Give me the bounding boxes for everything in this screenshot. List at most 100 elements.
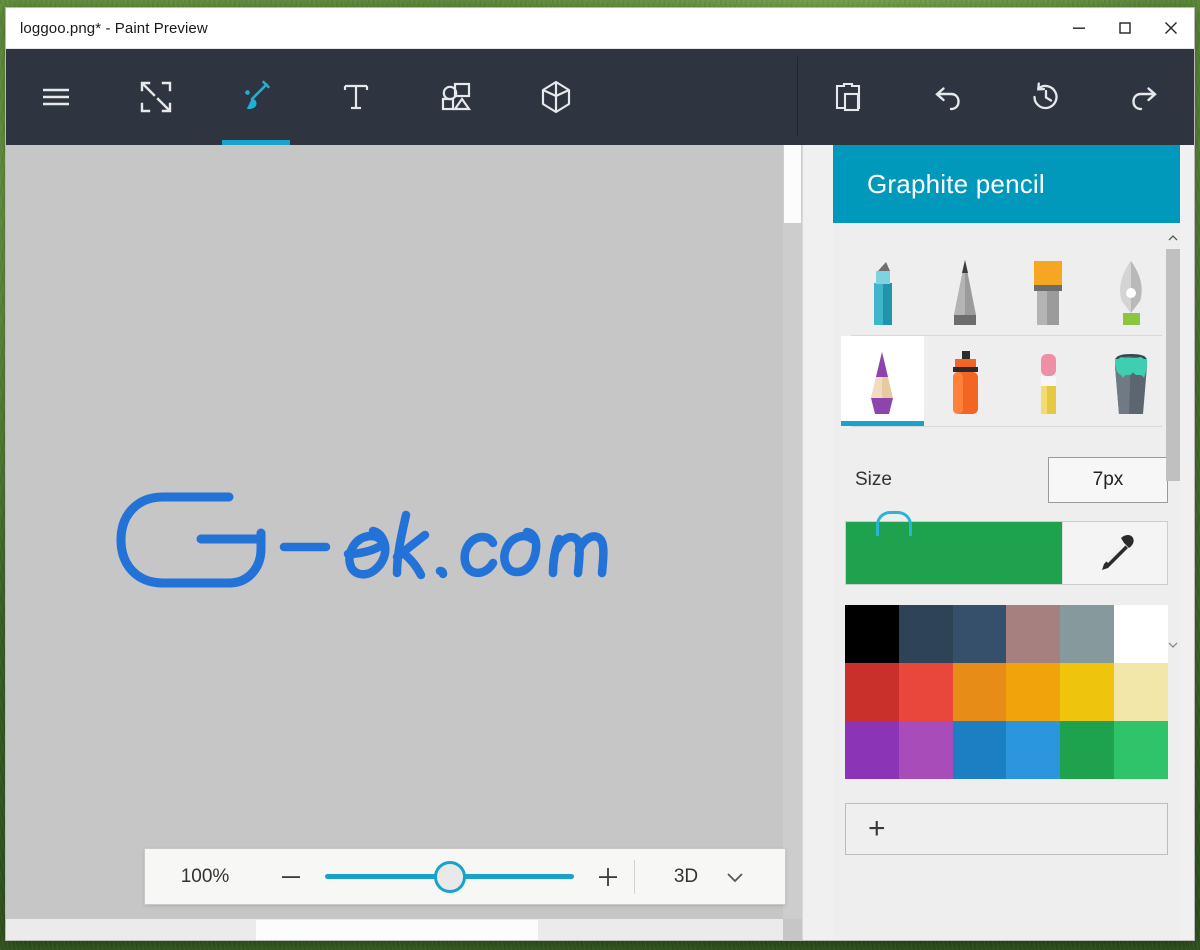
panel-scroll-down-button[interactable] bbox=[1166, 638, 1180, 652]
palette-row bbox=[845, 663, 1168, 721]
minimize-button[interactable] bbox=[1056, 8, 1102, 48]
palette-row bbox=[845, 605, 1168, 663]
toolbar-left-group bbox=[6, 49, 606, 145]
size-value-box[interactable]: 7px bbox=[1048, 457, 1168, 503]
app-body: 100% 3D Graphite pencil Size 7px + bbox=[6, 145, 1194, 940]
add-color-button[interactable]: + bbox=[845, 803, 1168, 855]
color-swatch-0-5[interactable] bbox=[1114, 605, 1168, 663]
menu-button[interactable] bbox=[6, 49, 106, 145]
brush-eraser[interactable] bbox=[1007, 336, 1090, 426]
brush-spray-can[interactable] bbox=[924, 336, 1007, 426]
redo-button[interactable] bbox=[1095, 49, 1194, 145]
plus-icon bbox=[599, 867, 617, 886]
color-swatch-0-2[interactable] bbox=[952, 605, 1007, 663]
maximize-icon bbox=[1119, 22, 1131, 34]
brush-row-1 bbox=[841, 245, 1172, 335]
minimize-icon bbox=[1073, 27, 1085, 29]
zoom-slider[interactable] bbox=[317, 849, 582, 904]
brush-grid bbox=[833, 223, 1180, 427]
color-swatch-0-1[interactable] bbox=[898, 605, 953, 663]
brush-calligraphy-brush[interactable] bbox=[1007, 245, 1090, 335]
color-swatch-1-0[interactable] bbox=[845, 663, 899, 721]
color-swatch-2-0[interactable] bbox=[845, 721, 899, 779]
view-mode-dropdown[interactable]: 3D bbox=[635, 849, 785, 904]
color-swatch-0-3[interactable] bbox=[1006, 605, 1061, 663]
undo-button[interactable] bbox=[897, 49, 996, 145]
brush-marker[interactable] bbox=[841, 245, 924, 335]
color-palette bbox=[845, 605, 1168, 779]
brush-row-divider-2 bbox=[851, 426, 1162, 427]
color-swatch-2-4[interactable] bbox=[1060, 721, 1115, 779]
minus-icon bbox=[282, 875, 300, 878]
zoom-out-button[interactable] bbox=[265, 849, 317, 904]
panel-body: Size 7px + bbox=[833, 223, 1180, 940]
canvas-vertical-scroll-thumb[interactable] bbox=[784, 145, 801, 223]
paint-preview-window: loggoo.png* - Paint Preview 100% 3D Grap… bbox=[6, 8, 1194, 940]
spray-can-icon bbox=[953, 351, 979, 414]
size-label: Size bbox=[855, 469, 892, 490]
brush-graphite-pencil[interactable] bbox=[841, 336, 924, 426]
color-swatch-0-0[interactable] bbox=[845, 605, 899, 663]
panel-scrollbar[interactable] bbox=[1166, 231, 1180, 940]
color-swatch-0-4[interactable] bbox=[1060, 605, 1115, 663]
panel-header: Graphite pencil bbox=[833, 145, 1180, 223]
brushes-button[interactable] bbox=[206, 49, 306, 145]
brush-calligraphy-pen[interactable] bbox=[1089, 245, 1172, 335]
color-swatch-1-5[interactable] bbox=[1114, 663, 1168, 721]
window-title: loggoo.png* - Paint Preview bbox=[20, 19, 208, 37]
close-button[interactable] bbox=[1148, 8, 1194, 48]
maximize-button[interactable] bbox=[1102, 8, 1148, 48]
color-swatch-1-4[interactable] bbox=[1060, 663, 1115, 721]
color-swatch-1-3[interactable] bbox=[1006, 663, 1061, 721]
color-swatch-2-5[interactable] bbox=[1114, 721, 1168, 779]
redo-arrow-icon bbox=[1131, 87, 1157, 111]
eyedropper-icon bbox=[1102, 535, 1134, 570]
zoom-slider-thumb[interactable] bbox=[433, 860, 466, 893]
marker-icon bbox=[874, 262, 893, 325]
crop-resize-button[interactable] bbox=[106, 49, 206, 145]
add-color-label: + bbox=[868, 812, 886, 845]
color-swatch-2-3[interactable] bbox=[1006, 721, 1061, 779]
panel-scroll-thumb[interactable] bbox=[1166, 249, 1180, 481]
color-swatch-1-2[interactable] bbox=[952, 663, 1007, 721]
brush-fill-bucket[interactable] bbox=[1089, 336, 1172, 426]
brush-row-2 bbox=[841, 336, 1172, 426]
tools-panel: Graphite pencil Size 7px + bbox=[802, 145, 1194, 940]
zoom-slider-track bbox=[325, 860, 574, 893]
hamburger-menu-icon bbox=[43, 88, 69, 106]
history-button[interactable] bbox=[996, 49, 1095, 145]
zoom-percent-label: 100% bbox=[180, 865, 230, 887]
clipboard-icon bbox=[835, 82, 860, 112]
text-tool-button[interactable] bbox=[306, 49, 406, 145]
text-t-icon bbox=[343, 84, 369, 110]
paintbrush-tip bbox=[246, 98, 257, 109]
eyedropper-button[interactable] bbox=[1062, 522, 1167, 584]
chevron-down-icon bbox=[727, 872, 743, 882]
calligraphy-brush-icon bbox=[1033, 261, 1062, 325]
fill-bucket-icon bbox=[1114, 354, 1147, 414]
view-mode-label: 3D bbox=[673, 865, 699, 887]
clipboard-button[interactable] bbox=[798, 49, 897, 145]
drawing-canvas[interactable] bbox=[6, 145, 783, 919]
zoom-in-button[interactable] bbox=[582, 849, 634, 904]
color-swatch-2-2[interactable] bbox=[952, 721, 1007, 779]
panel-scroll-up-button[interactable] bbox=[1166, 231, 1180, 245]
3d-shapes-button[interactable] bbox=[506, 49, 606, 145]
toolbar-right-group bbox=[797, 49, 1194, 145]
size-slider-thumb[interactable] bbox=[876, 511, 912, 536]
history-clock-icon bbox=[1032, 82, 1058, 110]
pencil-icon bbox=[954, 260, 977, 325]
cube-3d-icon bbox=[541, 80, 571, 114]
canvas-horizontal-scrollbar[interactable] bbox=[6, 919, 783, 940]
main-toolbar bbox=[6, 49, 1194, 145]
undo-arrow-icon bbox=[934, 87, 960, 111]
chevron-down-icon bbox=[1168, 642, 1178, 648]
canvas-horizontal-scroll-thumb[interactable] bbox=[256, 920, 538, 940]
canvas-vertical-scrollbar[interactable] bbox=[783, 145, 802, 919]
color-swatch-1-1[interactable] bbox=[898, 663, 953, 721]
brush-pencil[interactable] bbox=[924, 245, 1007, 335]
zoom-status-bar: 100% 3D bbox=[144, 848, 786, 905]
stickers-shapes-button[interactable] bbox=[406, 49, 506, 145]
color-swatch-2-1[interactable] bbox=[898, 721, 953, 779]
current-color-row bbox=[845, 511, 1168, 585]
